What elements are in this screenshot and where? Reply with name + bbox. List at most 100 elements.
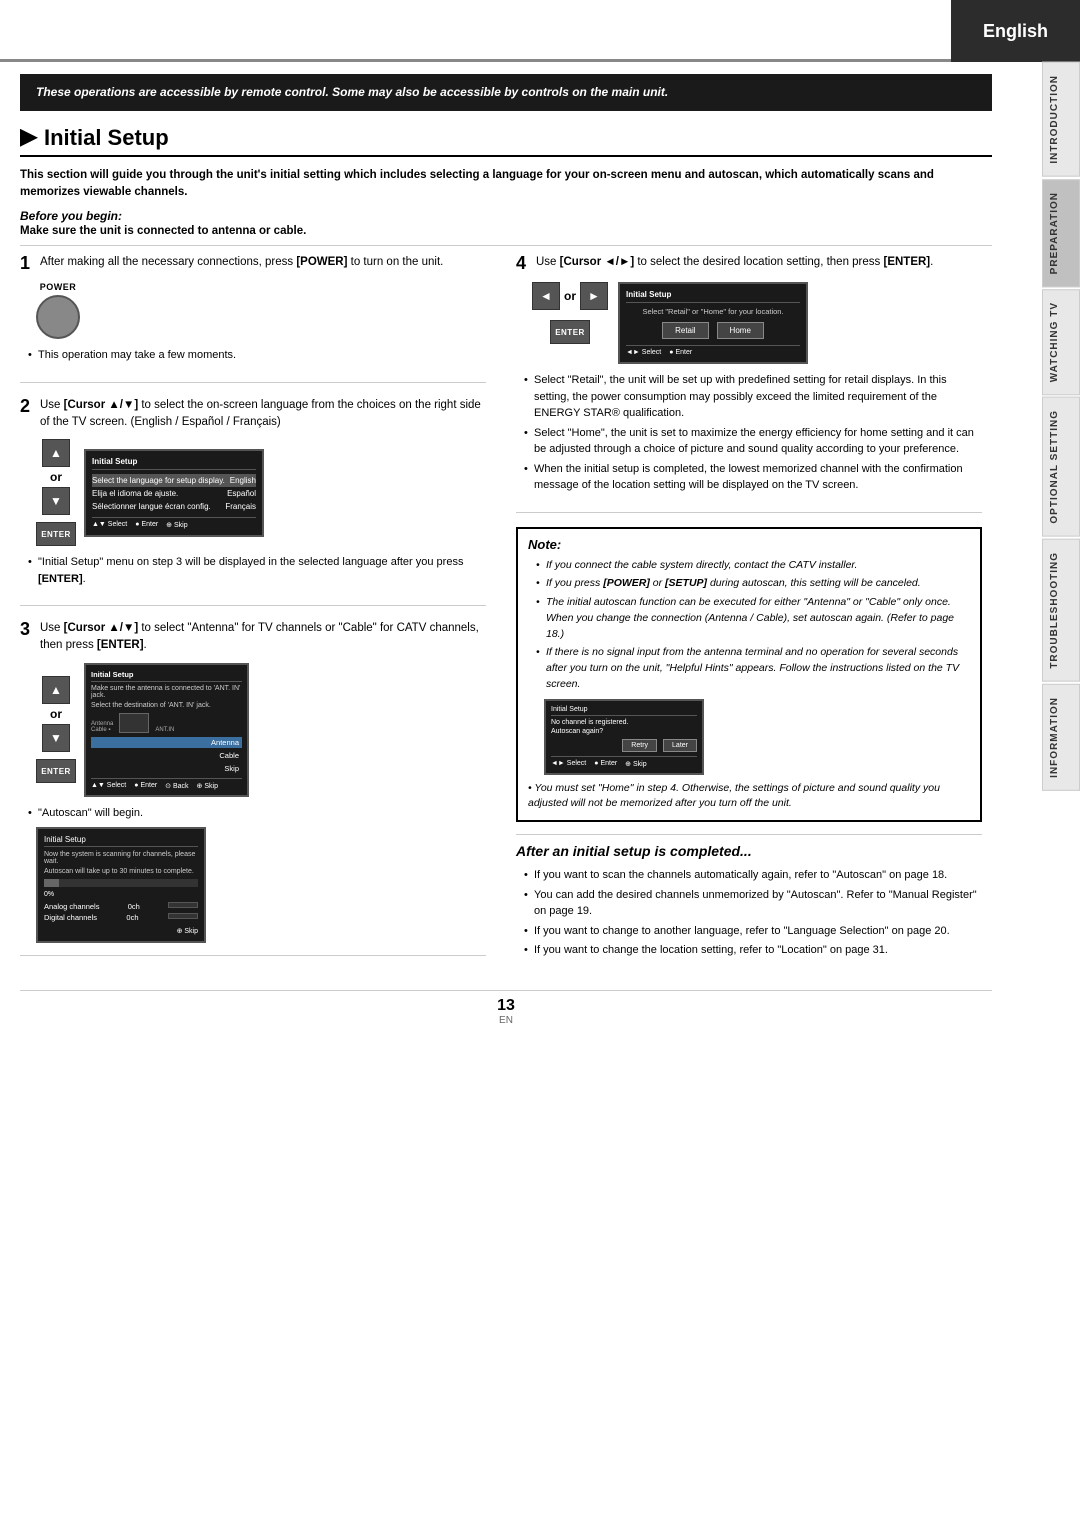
- analog-label: Analog channels: [44, 902, 99, 911]
- enter-label: ENTER: [41, 530, 71, 539]
- english-tab: English: [951, 0, 1080, 62]
- step-4-bullet-3: When the initial setup is completed, the…: [524, 461, 982, 494]
- power-button: [36, 295, 80, 339]
- arrow-col-3: or ENTER: [36, 676, 76, 783]
- analog-row: Analog channels 0ch: [44, 901, 198, 912]
- right-column: 4 Use [Cursor ◄/►] to select the desired…: [516, 254, 992, 970]
- note-bullet-4: If there is no signal input from the ant…: [536, 645, 970, 692]
- step-2-text: Use [Cursor ▲/▼] to select the on-screen…: [40, 397, 486, 432]
- progress-bar-inner: [44, 879, 59, 887]
- note-bullet-3: The initial autoscan function can be exe…: [536, 595, 970, 642]
- arrow-up-3: [42, 676, 70, 704]
- note-screen-btns: Retry Later: [551, 739, 697, 752]
- before-begin-text: Make sure the unit is connected to anten…: [20, 225, 992, 237]
- step-4-screen: Initial Setup Select "Retail" or "Home" …: [618, 282, 808, 364]
- enter-label-4: ENTER: [555, 328, 585, 337]
- screen-3-footer: ▲▼ Select ● Enter ⊙ Back ⊕ Skip: [91, 778, 242, 790]
- step-1-text: After making all the necessary connectio…: [40, 254, 443, 271]
- after-bullet-4: If you want to change the location setti…: [524, 942, 982, 959]
- alert-banner: These operations are accessible by remot…: [20, 74, 992, 111]
- autoscan-line2: Autoscan will take up to 30 minutes to c…: [44, 868, 198, 875]
- step-1-notes: This operation may take a few moments.: [28, 347, 486, 364]
- after-bullet-3: If you want to change to another languag…: [524, 923, 982, 940]
- screen-3-title: Initial Setup: [91, 670, 242, 682]
- sidebar-tab-watching-tv: WATCHING TV: [1042, 289, 1080, 395]
- step-3-text: Use [Cursor ▲/▼] to select "Antenna" for…: [40, 620, 486, 655]
- sidebar-tab-information: INFORMATION: [1042, 684, 1080, 791]
- enter-button-4: ENTER: [550, 320, 590, 344]
- screen-2-row1: Select the language for setup display. E…: [92, 474, 256, 487]
- step-4-layout: or ENTER Initial Setup Selec: [532, 282, 982, 364]
- note-screen-line1: No channel is registered.: [551, 719, 697, 726]
- retail-btn: Retail: [662, 322, 708, 339]
- enter-label-3: ENTER: [41, 767, 71, 776]
- after-setup-title: After an initial setup is completed...: [516, 834, 982, 859]
- step-1: 1 After making all the necessary connect…: [20, 254, 486, 382]
- after-setup: After an initial setup is completed... I…: [516, 834, 982, 959]
- step-2-buttons: or ENTER Initial Setup Select the langua…: [36, 439, 486, 546]
- step-1-header: 1 After making all the necessary connect…: [20, 254, 486, 274]
- step-1-buttons: POWER: [36, 282, 486, 339]
- retry-btn: Retry: [622, 739, 657, 752]
- note-bullets: If you connect the cable system directly…: [536, 558, 970, 693]
- arrow-down-3: [42, 724, 70, 752]
- note-box: Note: If you connect the cable system di…: [516, 527, 982, 823]
- arrow-col: or ENTER: [36, 439, 76, 546]
- note-bullet-1: If you connect the cable system directly…: [536, 558, 970, 574]
- arrow-left: [532, 282, 560, 310]
- step-2-notes: "Initial Setup" menu on step 3 will be d…: [28, 554, 486, 587]
- enter-button: ENTER: [36, 522, 76, 546]
- note-screen-container: Initial Setup No channel is registered. …: [544, 699, 970, 775]
- screen-4-footer: ◄► Select ● Enter: [626, 345, 800, 356]
- power-button-col: POWER: [36, 282, 80, 339]
- step-4-bullet-1: Select "Retail", the unit will be set up…: [524, 372, 982, 422]
- step-3-header: 3 Use [Cursor ▲/▼] to select "Antenna" f…: [20, 620, 486, 655]
- screen-2-row2: Elija el idioma de ajuste. Español: [92, 487, 256, 500]
- progress-bar: [44, 879, 198, 887]
- step-3-buttons: or ENTER Initial Setup Make sure the ant…: [36, 663, 486, 797]
- note-screen-title: Initial Setup: [551, 706, 697, 716]
- arrow-up: [42, 439, 70, 467]
- page-lang: EN: [20, 1015, 992, 1026]
- digital-label: Digital channels: [44, 913, 97, 922]
- antenna-option-cable: Cable: [91, 750, 242, 761]
- after-bullet-1: If you want to scan the channels automat…: [524, 867, 982, 884]
- step-4-arrows: or ENTER: [532, 282, 608, 344]
- antenna-option-antenna: Antenna: [91, 737, 242, 748]
- step-4-text: Use [Cursor ◄/►] to select the desired l…: [536, 254, 933, 271]
- arrow-down: [42, 487, 70, 515]
- sidebar-tab-introduction: INTRODUCTION: [1042, 62, 1080, 177]
- autoscan-footer: ⊕ Skip: [44, 927, 198, 935]
- section-title: Initial Setup: [20, 125, 992, 157]
- screen-2-footer: ▲▼ Select ● Enter ⊕ Skip: [92, 517, 256, 529]
- digital-row: Digital channels 0ch: [44, 912, 198, 923]
- step-2-number: 2: [20, 397, 36, 417]
- sidebar-tab-preparation: PREPARATION: [1042, 179, 1080, 287]
- step-4-header: 4 Use [Cursor ◄/►] to select the desired…: [516, 254, 982, 274]
- screen-3-diagram: AntennaCable ▪ ANT.IN: [91, 713, 242, 733]
- step-4-number: 4: [516, 254, 532, 274]
- step-1-note: This operation may take a few moments.: [28, 347, 486, 364]
- right-sidebar: INTRODUCTION PREPARATION WATCHING TV OPT…: [1042, 62, 1080, 792]
- note-bullet-2: If you press [POWER] or [SETUP] during a…: [536, 576, 970, 592]
- progress-pct: 0%: [44, 891, 198, 898]
- note-screen-line2: Autoscan again?: [551, 728, 697, 735]
- section-intro: This section will guide you through the …: [20, 167, 992, 202]
- or-text-2: or: [50, 470, 62, 484]
- step-1-number: 1: [20, 254, 36, 274]
- section-intro-text: This section will guide you through the …: [20, 169, 934, 198]
- autoscan-screen: Initial Setup Now the system is scanning…: [36, 827, 206, 943]
- analog-value: 0ch: [128, 902, 140, 911]
- alert-text: These operations are accessible by remot…: [36, 85, 668, 99]
- english-label: English: [983, 21, 1048, 42]
- section-title-icon: [20, 129, 38, 147]
- antenna-options: Antenna Cable Skip: [91, 737, 242, 774]
- note-bottom-text: • You must set "Home" in step 4. Otherwi…: [528, 781, 970, 813]
- analog-bar: [168, 902, 198, 908]
- divider: [20, 245, 992, 246]
- digital-bar: [168, 913, 198, 919]
- step-3-screen: Initial Setup Make sure the antenna is c…: [84, 663, 249, 797]
- lr-row: or: [532, 282, 608, 310]
- step-3-note: "Autoscan" will begin.: [28, 805, 486, 822]
- note-screen: Initial Setup No channel is registered. …: [544, 699, 704, 775]
